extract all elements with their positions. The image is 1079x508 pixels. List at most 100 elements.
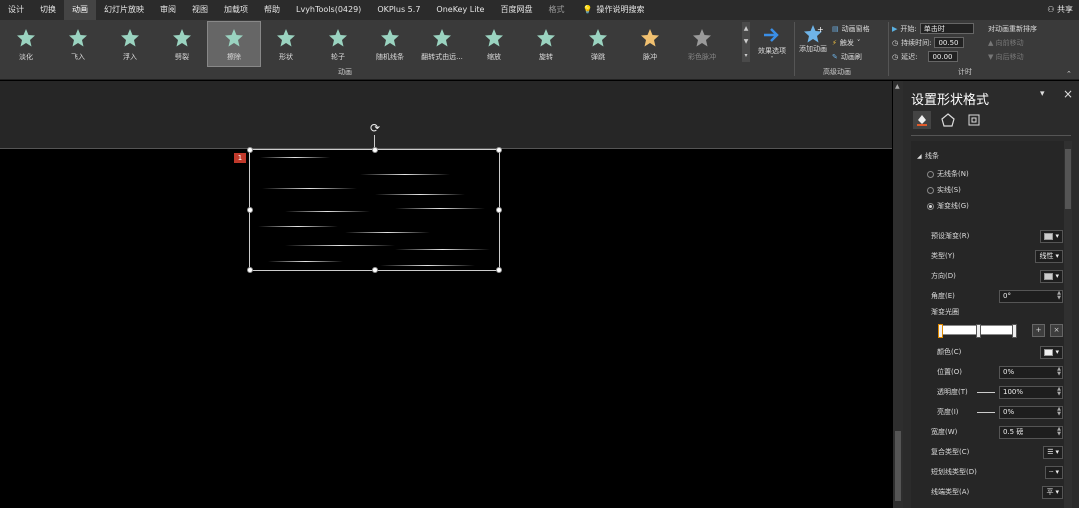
animation-effect[interactable]: 弹跳 [572,22,624,66]
radio-button[interactable] [927,186,934,194]
animation-effect[interactable]: 轮子 [312,22,364,66]
collapse-triangle-icon[interactable]: ◢ [917,153,922,160]
preset-gradient-dropdown[interactable]: ▾ [1040,229,1063,243]
menu-tab[interactable]: 切换 [32,0,64,20]
resize-handle[interactable] [247,267,253,273]
resize-handle[interactable] [496,267,502,273]
transparency-input[interactable]: 100% ▲ ▼ [999,385,1063,399]
section-line-header[interactable]: 线条 [925,151,939,161]
share-button[interactable]: ⚇ 共享 [1047,0,1073,20]
add-animation-button[interactable]: + 添加动画 [796,24,830,54]
direction-dropdown[interactable]: ▾ [1040,269,1063,283]
animation-painter-button[interactable]: ✎ 动画刷 [832,52,862,62]
effects-icon[interactable] [939,111,957,129]
menu-tab[interactable]: 格式 [540,0,572,20]
menu-tab[interactable]: 百度网盘 [492,0,540,20]
add-stop-icon[interactable]: + [1032,323,1045,337]
scrollbar-thumb[interactable] [895,431,901,501]
animation-effect[interactable]: 旋转 [520,22,572,66]
selected-shape[interactable] [247,147,502,273]
fill-line-icon[interactable] [913,111,931,129]
menu-tab[interactable]: 动画 [64,0,96,20]
angle-input[interactable]: 0° ▲ ▼ [999,289,1063,303]
animation-effect[interactable]: 飞入 [52,22,104,66]
share-label: 共享 [1057,5,1073,14]
move-earlier-button[interactable]: ▲ 向前移动 [988,38,1024,48]
color-dropdown[interactable]: ▾ [1040,345,1063,359]
resize-handle[interactable] [247,207,253,213]
pane-scrollbar[interactable] [1064,141,1072,508]
animation-effect[interactable]: 翻转式由远... [416,22,468,66]
menu-tab[interactable]: 帮助 [256,0,288,20]
radio-no-line[interactable]: 无线条(N) [911,167,1063,181]
menu-tab[interactable]: 加载项 [216,0,256,20]
close-icon[interactable]: × [1063,87,1073,101]
menu-tab[interactable]: 审阅 [152,0,184,20]
duration-input[interactable]: 00.50 [934,37,965,48]
menu-tab[interactable]: OKPlus 5.7 [369,0,428,20]
type-dropdown[interactable]: 线性 ▾ [1035,249,1063,263]
transparency-slider[interactable] [977,391,995,393]
animation-effect[interactable]: 脉冲 [624,22,676,66]
animation-effect[interactable]: 彩色脉冲 [676,22,728,66]
radio-gradient-line[interactable]: 渐变线(G) [911,199,1063,213]
dash-type-dropdown[interactable]: ┄ ▾ [1045,465,1063,479]
animation-effect[interactable]: 形状 [260,22,312,66]
delay-input[interactable]: 00.00 [928,51,959,62]
compound-type-dropdown[interactable]: ☰ ▾ [1043,445,1063,459]
menu-tab[interactable]: OneKey Lite [428,0,492,20]
spinner-icon[interactable]: ▲ ▼ [1057,386,1061,397]
animation-effect[interactable]: 擦除 [207,21,261,67]
trigger-button[interactable]: ⚡ 触发 ˅ [832,38,860,48]
slide-workspace[interactable] [0,81,892,508]
move-later-button[interactable]: ▼ 向后移动 [988,52,1024,62]
menu-tab[interactable]: 幻灯片放映 [96,0,152,20]
resize-handle[interactable] [247,147,253,153]
scrollbar-thumb[interactable] [1065,149,1071,209]
canvas-scrollbar[interactable]: ▲ [893,81,903,508]
pane-options-icon[interactable]: ▾ [1040,89,1045,99]
gradient-stop[interactable] [938,324,943,338]
animation-pane-button[interactable]: ▤ 动画窗格 [832,24,870,34]
animation-effect[interactable]: 缩放 [468,22,520,66]
spinner-icon[interactable]: ▲ ▼ [1057,406,1061,417]
resize-handle[interactable] [496,147,502,153]
width-input[interactable]: 0.5 磅 ▲ ▼ [999,425,1063,439]
size-properties-icon[interactable] [965,111,983,129]
radio-button[interactable] [927,202,934,210]
remove-stop-icon[interactable]: × [1050,323,1063,337]
chevron-up-icon[interactable]: ▲ [895,83,900,90]
animation-effect[interactable]: 浮入 [104,22,156,66]
menu-tab[interactable]: 视图 [184,0,216,20]
gradient-stop[interactable] [1012,324,1017,338]
resize-handle[interactable] [371,147,378,153]
start-select[interactable]: 单击时 [919,23,974,34]
more-icon[interactable]: ▾ [744,52,747,59]
spinner-icon[interactable]: ▲ ▼ [1057,366,1061,377]
menu-tab[interactable]: 设计 [0,0,32,20]
tell-me-search[interactable]: 💡 操作说明搜索 [572,0,652,20]
animation-order-tag[interactable]: 1 [234,153,246,163]
effect-options-button[interactable]: 效果选项 ˅ [752,22,792,66]
chevron-up-icon[interactable]: ▲ [744,25,749,32]
gradient-stop[interactable] [976,324,981,338]
animation-effect[interactable]: 随机线条 [364,22,416,66]
resize-handle[interactable] [371,267,378,273]
menu-tab[interactable]: LvyhTools(0429) [288,0,369,20]
animation-effect[interactable]: 淡化 [0,22,52,66]
radio-button[interactable] [927,170,934,178]
chevron-down-icon[interactable]: ▼ [744,38,749,45]
cap-type-dropdown[interactable]: 平 ▾ [1042,485,1063,499]
position-input[interactable]: 0% ▲ ▼ [999,365,1063,379]
collapse-ribbon-icon[interactable]: ⌃ [1066,70,1072,78]
animation-effect[interactable]: 劈裂 [156,22,208,66]
brightness-input[interactable]: 0% ▲ ▼ [999,405,1063,419]
brightness-slider[interactable] [977,411,995,413]
radio-solid-line[interactable]: 实线(S) [911,183,1063,197]
spinner-icon[interactable]: ▲ ▼ [1057,290,1061,301]
rotate-handle-icon[interactable]: ⟳ [368,121,382,135]
gradient-stops-bar[interactable] [938,324,1017,338]
resize-handle[interactable] [496,207,502,213]
gallery-scroll[interactable]: ▲ ▼ ▾ [742,22,750,62]
spinner-icon[interactable]: ▲ ▼ [1057,426,1061,437]
